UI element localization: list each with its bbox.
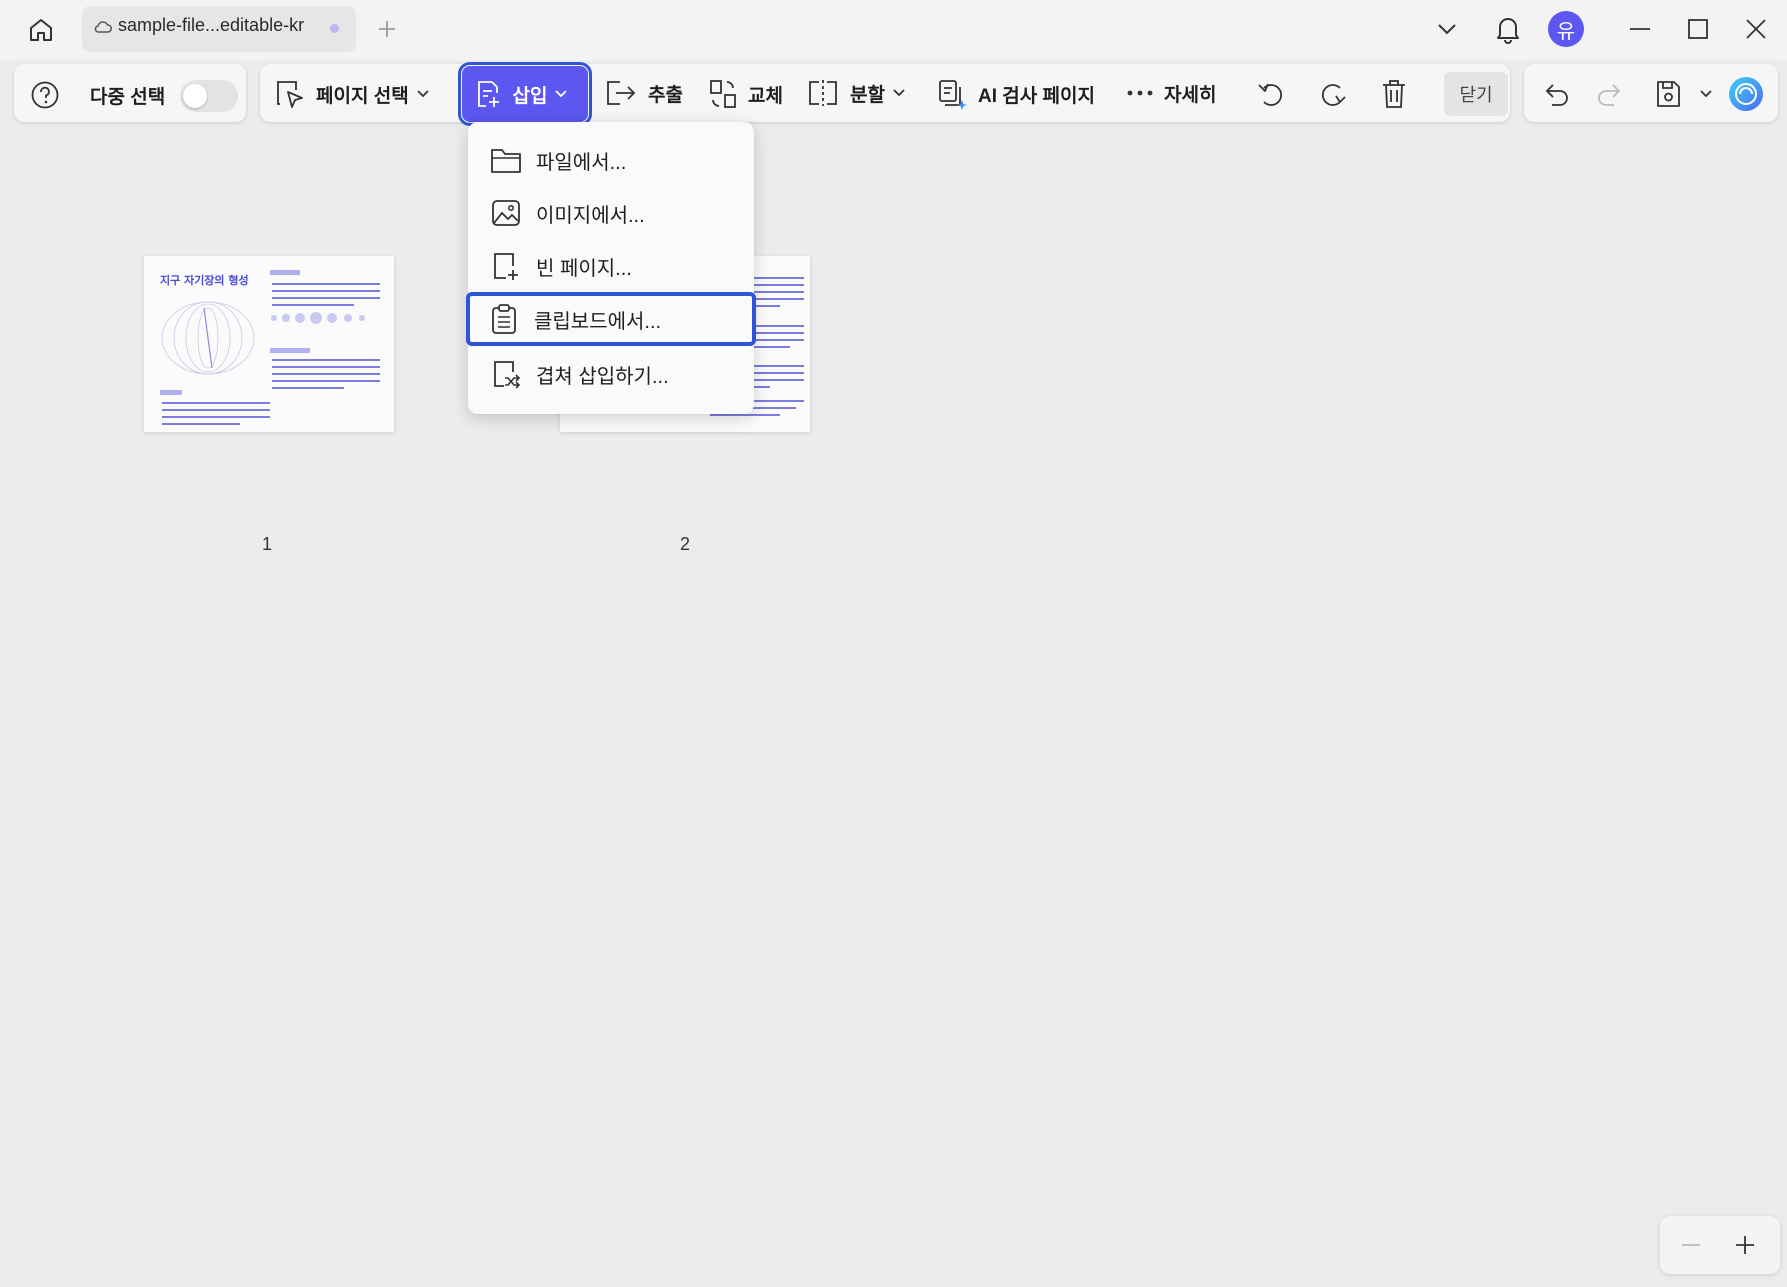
page-number: 1 — [262, 534, 273, 554]
chevron-down-icon — [1700, 90, 1712, 98]
chevron-down-icon — [417, 90, 429, 98]
extract-button[interactable]: 추출 — [604, 78, 683, 108]
menu-item-label: 겹쳐 삽입하기... — [536, 365, 669, 388]
chevron-down-icon[interactable] — [1430, 12, 1464, 46]
zoom-in-icon[interactable] — [1728, 1228, 1762, 1262]
rotate-right-icon[interactable] — [1316, 80, 1358, 110]
help-icon[interactable] — [30, 80, 70, 110]
menu-item-blank-page[interactable]: 빈 페이지... — [468, 240, 754, 292]
tab-title: sample-file...editable-kr — [118, 15, 305, 35]
minimize-icon[interactable] — [1620, 10, 1660, 48]
replace-button[interactable]: 교체 — [708, 78, 783, 110]
chevron-down-icon — [555, 90, 568, 98]
trash-icon[interactable] — [1380, 78, 1418, 110]
ai-page-icon — [939, 80, 967, 110]
page-select-label: 페이지 선택 — [316, 85, 409, 107]
chevron-down-icon — [893, 89, 905, 97]
image-icon — [492, 200, 520, 226]
extract-label: 추출 — [648, 84, 683, 106]
split-button[interactable]: 분할 — [806, 78, 915, 108]
ai-check-label: AI 검사 페이지 — [978, 85, 1095, 107]
close-button[interactable]: 닫기 — [1444, 72, 1508, 116]
insert-icon — [477, 81, 499, 107]
page-thumbnail-1[interactable]: 지구 자기장의 형성 — [144, 256, 394, 432]
unsaved-dot — [330, 24, 339, 33]
ai-check-button[interactable]: AI 검사 페이지 — [936, 78, 1095, 110]
page-number: 2 — [680, 534, 691, 554]
replace-icon — [710, 80, 736, 108]
menu-item-from-clipboard[interactable]: 클립보드에서... — [466, 292, 756, 346]
zoom-out-icon[interactable] — [1674, 1228, 1708, 1262]
more-button[interactable]: 자세히 — [1126, 78, 1216, 108]
rotate-left-icon[interactable] — [1256, 80, 1298, 110]
bell-icon[interactable] — [1490, 10, 1526, 48]
extract-icon — [607, 81, 636, 105]
redo-icon[interactable] — [1596, 82, 1634, 108]
multi-select-label: 다중 선택 — [90, 87, 166, 108]
clipboard-icon — [492, 304, 516, 334]
insert-button[interactable]: 삽입 — [458, 62, 592, 126]
folder-icon — [491, 149, 521, 173]
insert-label: 삽입 — [512, 85, 548, 107]
more-label: 자세히 — [1164, 84, 1217, 106]
save-button[interactable] — [1654, 78, 1722, 110]
toggle-knob — [183, 84, 207, 108]
blank-page-icon — [494, 253, 518, 280]
menu-item-label: 이미지에서... — [536, 204, 645, 227]
cloud-icon — [94, 20, 112, 34]
menu-item-interleave[interactable]: 겹쳐 삽입하기... — [468, 348, 754, 400]
avatar[interactable]: 유 — [1548, 11, 1584, 47]
menu-item-from-file[interactable]: 파일에서... — [468, 134, 754, 186]
maximize-icon[interactable] — [1678, 10, 1718, 48]
replace-label: 교체 — [748, 85, 783, 107]
save-icon — [1657, 81, 1680, 107]
more-dots-icon — [1127, 90, 1153, 96]
interleave-icon — [494, 361, 521, 389]
menu-item-label: 빈 페이지... — [536, 257, 632, 280]
split-icon — [809, 80, 837, 106]
menu-item-from-image[interactable]: 이미지에서... — [468, 187, 754, 239]
home-icon[interactable] — [20, 10, 62, 50]
split-label: 분할 — [850, 84, 885, 106]
page-select-button[interactable]: 페이지 선택 — [274, 78, 439, 110]
menu-item-label: 파일에서... — [536, 151, 627, 174]
ai-assistant-icon[interactable] — [1728, 76, 1774, 112]
menu-item-label: 클립보드에서... — [534, 310, 662, 333]
thumb-heading: 지구 자기장의 형성 — [160, 273, 249, 287]
page-select-icon — [277, 81, 303, 108]
new-tab-icon[interactable] — [372, 12, 402, 46]
close-window-icon[interactable] — [1736, 10, 1776, 48]
undo-icon[interactable] — [1542, 82, 1580, 108]
